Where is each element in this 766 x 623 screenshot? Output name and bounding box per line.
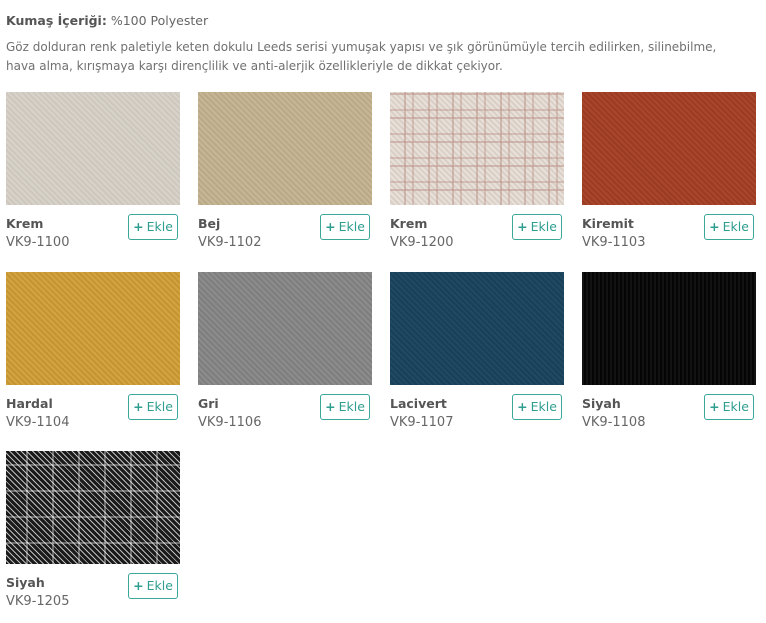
- add-button[interactable]: + Ekle: [320, 394, 370, 420]
- fabric-swatch[interactable]: [582, 92, 756, 205]
- add-button[interactable]: + Ekle: [512, 214, 562, 240]
- fabric-name: Kiremit: [582, 216, 634, 231]
- add-button-label: Ekle: [146, 399, 173, 414]
- fabric-card: Lacivert VK9-1107 + Ekle: [390, 272, 565, 432]
- fabric-card: Hardal VK9-1104 + Ekle: [6, 272, 181, 432]
- fabric-card: Kiremit VK9-1103 + Ekle: [582, 92, 757, 252]
- fabric-swatch[interactable]: [390, 272, 564, 385]
- fabric-name: Siyah: [582, 396, 621, 411]
- add-button[interactable]: + Ekle: [128, 394, 178, 420]
- add-button[interactable]: + Ekle: [128, 573, 178, 599]
- fabric-code: VK9-1100: [6, 235, 70, 250]
- add-button-label: Ekle: [530, 399, 557, 414]
- add-button-label: Ekle: [530, 219, 557, 234]
- fabric-card: Krem VK9-1100 + Ekle: [6, 92, 181, 252]
- add-button-label: Ekle: [338, 399, 365, 414]
- fabric-code: VK9-1107: [390, 415, 454, 430]
- add-button[interactable]: + Ekle: [320, 214, 370, 240]
- fabric-code: VK9-1108: [582, 415, 646, 430]
- fabric-swatch[interactable]: [6, 92, 180, 205]
- fabric-content-value: %100 Polyester: [110, 13, 209, 28]
- fabric-description: Göz dolduran renk paletiyle keten dokulu…: [6, 40, 717, 73]
- fabric-card: Gri VK9-1106 + Ekle: [198, 272, 373, 432]
- fabric-content-line: Kumaş İçeriği: %100 Polyester: [6, 13, 208, 28]
- fabric-name: Hardal: [6, 396, 53, 411]
- add-button[interactable]: + Ekle: [704, 394, 754, 420]
- fabric-code: VK9-1104: [6, 415, 70, 430]
- add-button-label: Ekle: [146, 578, 173, 593]
- add-button[interactable]: + Ekle: [704, 214, 754, 240]
- add-button-label: Ekle: [722, 399, 749, 414]
- plus-icon: +: [709, 399, 720, 414]
- add-button-label: Ekle: [146, 219, 173, 234]
- fabric-card: Siyah VK9-1205 + Ekle: [6, 451, 181, 611]
- fabric-code: VK9-1200: [390, 235, 454, 250]
- fabric-content-label: Kumaş İçeriği:: [6, 13, 107, 28]
- fabric-code: VK9-1102: [198, 235, 262, 250]
- fabric-swatch[interactable]: [6, 272, 180, 385]
- plus-icon: +: [709, 219, 720, 234]
- fabric-code: VK9-1205: [6, 594, 70, 609]
- plus-icon: +: [517, 219, 528, 234]
- fabric-swatch[interactable]: [198, 92, 372, 205]
- fabric-name: Bej: [198, 216, 221, 231]
- fabric-code: VK9-1106: [198, 415, 262, 430]
- fabric-swatch[interactable]: [582, 272, 756, 385]
- plus-icon: +: [325, 399, 336, 414]
- add-button[interactable]: + Ekle: [512, 394, 562, 420]
- fabric-swatch[interactable]: [390, 92, 564, 205]
- plus-icon: +: [325, 219, 336, 234]
- fabric-card: Krem VK9-1200 + Ekle: [390, 92, 565, 252]
- fabric-name: Krem: [390, 216, 428, 231]
- fabric-swatch[interactable]: [198, 272, 372, 385]
- fabric-card: Bej VK9-1102 + Ekle: [198, 92, 373, 252]
- add-button-label: Ekle: [722, 219, 749, 234]
- add-button[interactable]: + Ekle: [128, 214, 178, 240]
- plus-icon: +: [133, 219, 144, 234]
- fabric-code: VK9-1103: [582, 235, 646, 250]
- plus-icon: +: [517, 399, 528, 414]
- fabric-name: Lacivert: [390, 396, 447, 411]
- plus-icon: +: [133, 578, 144, 593]
- plus-icon: +: [133, 399, 144, 414]
- fabric-name: Gri: [198, 396, 219, 411]
- fabric-name: Siyah: [6, 575, 45, 590]
- fabric-name: Krem: [6, 216, 44, 231]
- product-fabric-panel: Kumaş İçeriği: %100 Polyester Göz doldur…: [0, 0, 766, 623]
- fabric-swatch[interactable]: [6, 451, 180, 564]
- fabric-card: Siyah VK9-1108 + Ekle: [582, 272, 757, 432]
- add-button-label: Ekle: [338, 219, 365, 234]
